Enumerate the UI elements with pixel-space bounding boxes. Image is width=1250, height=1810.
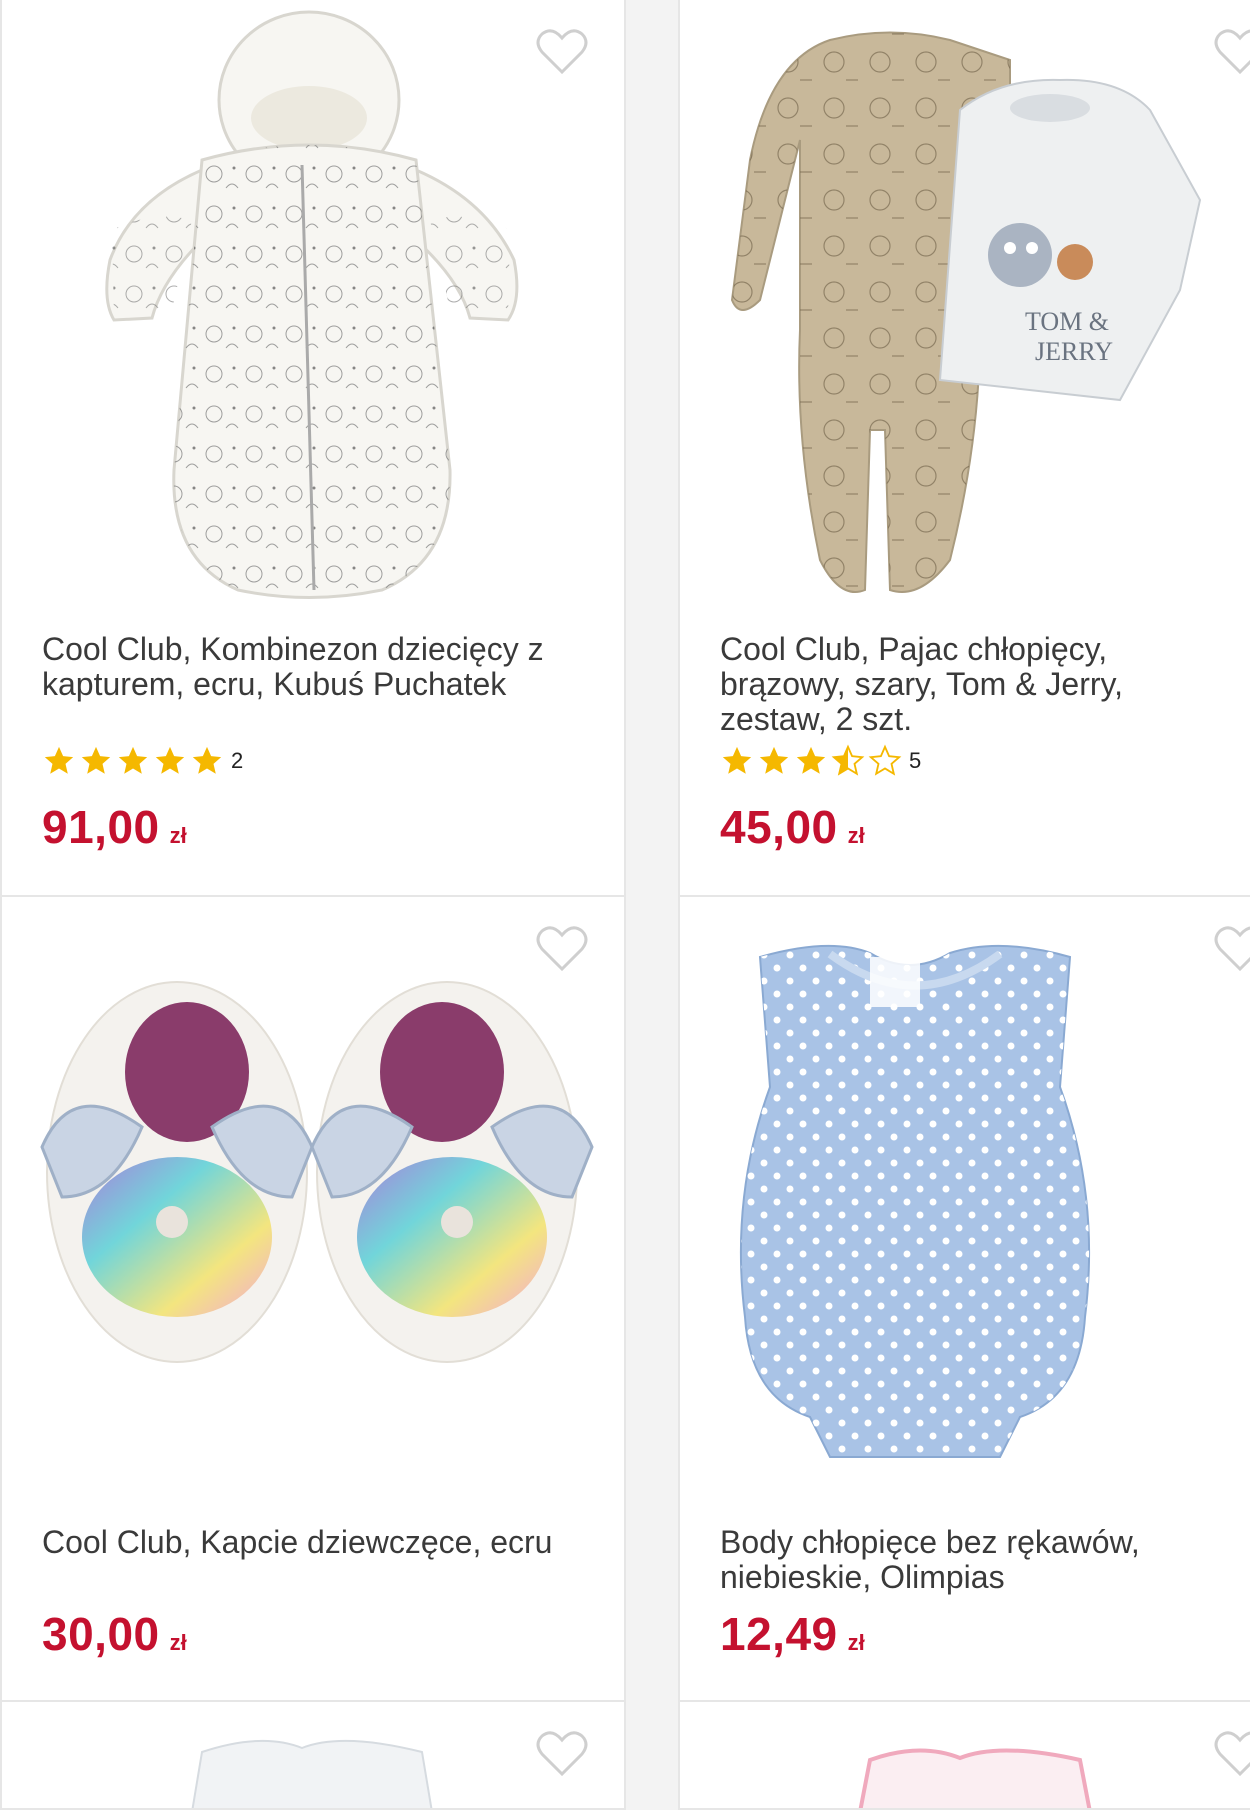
price-currency: zł <box>847 1630 865 1655</box>
product-image-bodysuit[interactable] <box>680 897 1250 1477</box>
star-filled-icon <box>118 746 148 774</box>
star-filled-icon <box>81 746 111 774</box>
product-image-partial[interactable] <box>680 1702 1250 1808</box>
product-price: 12,49 zł <box>720 1607 865 1661</box>
svg-text:TOM &: TOM & <box>1025 307 1109 336</box>
star-filled-icon <box>155 746 185 774</box>
product-price: 30,00 zł <box>42 1607 187 1661</box>
product-title[interactable]: Body chłopięce bez rękawów, niebieskie, … <box>720 1525 1236 1595</box>
product-rating: 5 <box>720 744 921 778</box>
price-currency: zł <box>169 823 187 848</box>
product-rating: 2 <box>42 744 243 778</box>
favorite-heart-icon[interactable] <box>536 28 588 76</box>
product-card[interactable]: TOM & JERRY Cool Club, Pajac chłopięcy, … <box>678 0 1250 897</box>
product-image-snowsuit[interactable] <box>2 0 624 610</box>
product-image-romper-set[interactable]: TOM & JERRY <box>680 0 1250 610</box>
favorite-heart-icon[interactable] <box>1214 925 1250 973</box>
star-filled-icon <box>722 746 752 774</box>
favorite-heart-icon[interactable] <box>1214 28 1250 76</box>
product-card[interactable]: Body chłopięce bez rękawów, niebieskie, … <box>678 895 1250 1702</box>
product-price: 91,00 zł <box>42 800 187 854</box>
star-filled-icon <box>44 746 74 774</box>
product-card[interactable] <box>0 1700 626 1810</box>
product-card[interactable] <box>678 1700 1250 1810</box>
star-outline-icon <box>868 744 902 776</box>
favorite-heart-icon[interactable] <box>536 1730 588 1778</box>
product-image-partial[interactable] <box>2 1702 624 1808</box>
price-currency: zł <box>169 1630 187 1655</box>
product-title[interactable]: Cool Club, Kapcie dziewczęce, ecru <box>42 1525 584 1560</box>
star-filled-icon <box>192 746 222 774</box>
product-image-slippers[interactable] <box>2 897 624 1477</box>
svg-text:JERRY: JERRY <box>1035 337 1113 366</box>
rating-count: 2 <box>231 748 244 773</box>
price-value: 12,49 <box>720 1608 838 1660</box>
product-title[interactable]: Cool Club, Kombinezon dziecięcy z kaptur… <box>42 632 584 702</box>
price-value: 45,00 <box>720 801 838 853</box>
product-card[interactable]: Cool Club, Kombinezon dziecięcy z kaptur… <box>0 0 626 897</box>
price-currency: zł <box>847 823 865 848</box>
favorite-heart-icon[interactable] <box>1214 1730 1250 1778</box>
product-card[interactable]: Cool Club, Kapcie dziewczęce, ecru 30,00… <box>0 895 626 1702</box>
rating-count: 5 <box>909 748 922 773</box>
favorite-heart-icon[interactable] <box>536 925 588 973</box>
product-title[interactable]: Cool Club, Pajac chłopięcy, brązowy, sza… <box>720 632 1236 737</box>
price-value: 30,00 <box>42 1608 160 1660</box>
star-filled-icon <box>796 746 826 774</box>
star-half-icon <box>831 744 865 776</box>
product-price: 45,00 zł <box>720 800 865 854</box>
star-filled-icon <box>759 746 789 774</box>
price-value: 91,00 <box>42 801 160 853</box>
